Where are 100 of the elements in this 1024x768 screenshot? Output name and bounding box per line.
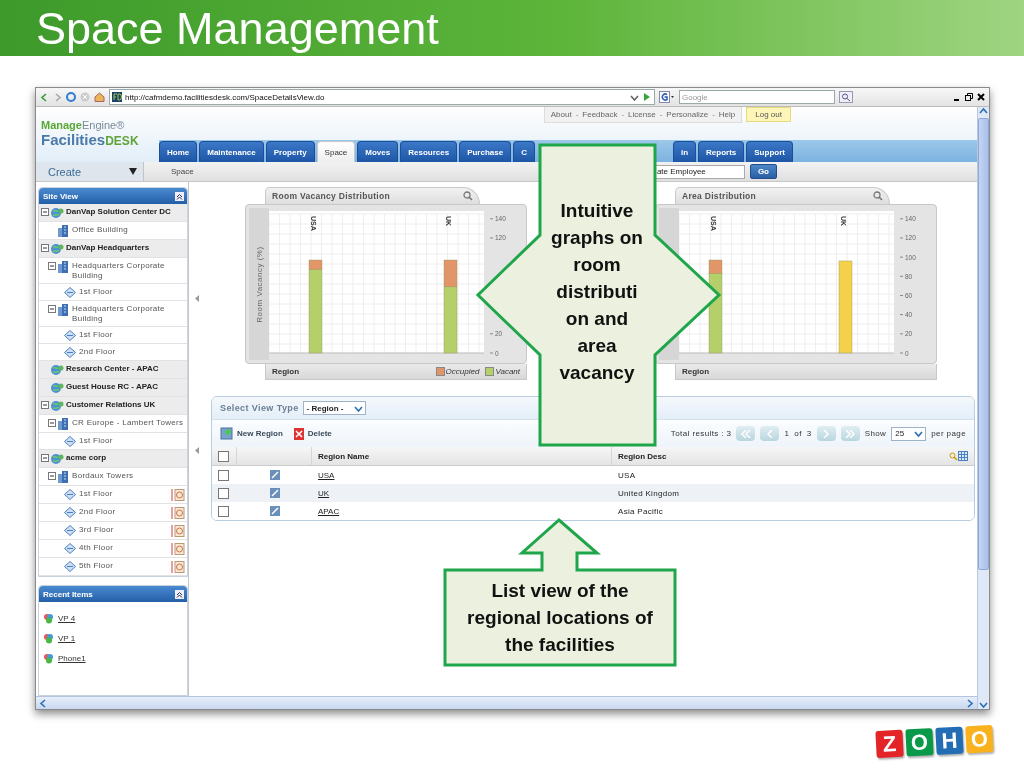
zoom-icon[interactable]: [463, 191, 473, 201]
edit-icon[interactable]: [269, 506, 280, 516]
top-link[interactable]: Feedback: [582, 110, 618, 119]
gauge-icon[interactable]: [171, 507, 185, 519]
gauge-icon[interactable]: [171, 489, 185, 501]
edit-icon[interactable]: [269, 488, 280, 498]
tree-item[interactable]: 5th Floor: [79, 561, 171, 571]
columns-icon[interactable]: [958, 451, 968, 461]
tree-item[interactable]: 4th Floor: [79, 543, 171, 553]
row-checkbox[interactable]: [218, 487, 229, 499]
row-checkbox[interactable]: [218, 469, 229, 481]
tree-item[interactable]: Headquarters Corporate Building: [72, 304, 185, 324]
home-icon[interactable]: [94, 92, 105, 102]
delete-button[interactable]: Delete: [292, 426, 342, 441]
collapse-sidebar-icon[interactable]: [194, 294, 200, 302]
page-count: 3: [806, 429, 812, 438]
collapse-icon[interactable]: [48, 262, 56, 270]
top-link[interactable]: Personalize: [666, 110, 709, 119]
gauge-icon[interactable]: [171, 561, 185, 573]
back-icon[interactable]: [40, 92, 49, 102]
scroll-up-icon[interactable]: [979, 107, 988, 116]
zoom-icon[interactable]: [873, 191, 883, 201]
recent-item-link[interactable]: VP 1: [58, 633, 76, 643]
collapse-sidebar-icon[interactable]: [194, 446, 200, 454]
nav-tab[interactable]: in: [672, 141, 697, 162]
link-separator: -: [659, 110, 663, 119]
view-type-select[interactable]: - Region -: [302, 401, 366, 415]
tree-item[interactable]: 1st Floor: [79, 330, 185, 340]
go-button[interactable]: Go: [749, 164, 777, 179]
link-separator: -: [712, 110, 715, 119]
collapse-icon[interactable]: [41, 244, 49, 252]
select-all-checkbox[interactable]: [218, 450, 229, 462]
nav-tab[interactable]: Purchase: [459, 141, 512, 162]
search-field[interactable]: Google: [679, 90, 835, 104]
tree-item[interactable]: 1st Floor: [79, 436, 185, 446]
floor-icon: [64, 543, 76, 554]
new-button[interactable]: New Region: [220, 427, 293, 440]
per-page-select[interactable]: 25: [891, 426, 927, 441]
nav-tab[interactable]: Resources: [400, 141, 458, 162]
scroll-left-icon[interactable]: [39, 698, 48, 708]
top-link[interactable]: License: [628, 110, 656, 119]
globe-icon: [50, 243, 64, 255]
top-link[interactable]: About: [550, 110, 572, 119]
scroll-down-icon[interactable]: [979, 700, 988, 709]
top-link[interactable]: Help: [718, 110, 736, 119]
recent-item-link[interactable]: VP 4: [58, 613, 76, 623]
scroll-right-icon[interactable]: [965, 698, 974, 708]
tree-item[interactable]: 1st Floor: [79, 489, 171, 499]
tree-item[interactable]: Office Building: [72, 225, 185, 235]
region-link[interactable]: APAC: [318, 506, 340, 516]
tree-item[interactable]: 1st Floor: [79, 287, 185, 297]
collapse-icon[interactable]: [48, 419, 56, 427]
callout-text: List view of the regional locations of the facilities: [466, 579, 654, 657]
region-link[interactable]: USA: [318, 470, 335, 480]
tree-item[interactable]: Headquarters Corporate Building: [72, 261, 185, 281]
globe-icon: [50, 364, 64, 376]
nav-tab[interactable]: Reports: [698, 141, 745, 162]
refresh-icon[interactable]: [66, 92, 76, 102]
collapse-panel-icon[interactable]: [175, 589, 184, 599]
go-icon[interactable]: [642, 92, 652, 102]
tree-item[interactable]: Bordaux Towers: [72, 471, 185, 481]
search-engine-icon[interactable]: [659, 91, 675, 103]
collapse-icon[interactable]: [41, 208, 49, 216]
region-link[interactable]: UK: [318, 488, 330, 498]
dropdown-icon[interactable]: [914, 429, 924, 438]
building-icon: [57, 261, 69, 273]
address-field[interactable]: http://cafmdemo.facilitiesdesk.com/SpaceDetailsView.do: [109, 89, 655, 105]
collapse-icon[interactable]: [41, 401, 49, 409]
column-header[interactable]: Region Desc: [618, 451, 949, 461]
search-icon[interactable]: [839, 91, 853, 103]
edit-icon[interactable]: [269, 470, 280, 480]
tree-item[interactable]: 2nd Floor: [79, 507, 171, 517]
column-header[interactable]: Region Name: [318, 451, 605, 461]
tree-item[interactable]: CR Europe - Lambert Towers: [72, 418, 185, 428]
floor-icon: [64, 347, 76, 358]
collapse-icon[interactable]: [48, 472, 56, 480]
nav-tab[interactable]: Support: [746, 141, 793, 162]
search-icon[interactable]: [949, 451, 958, 461]
gauge-icon[interactable]: [171, 543, 185, 555]
nav-tab[interactable]: Space: [316, 141, 356, 162]
scrollbar-thumb[interactable]: [978, 118, 989, 570]
tree-item[interactable]: 3rd Floor: [79, 525, 171, 535]
collapse-icon[interactable]: [41, 454, 49, 462]
restore-icon[interactable]: [965, 93, 973, 101]
create-menu[interactable]: Create: [36, 162, 144, 181]
nav-tab[interactable]: Home: [159, 141, 198, 162]
collapse-panel-icon[interactable]: [175, 191, 184, 201]
nav-tab[interactable]: Property: [265, 141, 315, 162]
recent-item-link[interactable]: Phone1: [58, 653, 86, 663]
chart-title: Room Vacancy Distribution: [272, 191, 391, 201]
gauge-icon[interactable]: [171, 525, 185, 537]
tree-item[interactable]: 2nd Floor: [79, 347, 185, 357]
close-icon[interactable]: [977, 93, 985, 101]
row-checkbox[interactable]: [218, 505, 229, 517]
breadcrumb: Space: [171, 167, 195, 176]
nav-tab[interactable]: Maintenance: [199, 141, 264, 162]
logout-button[interactable]: Log out: [746, 107, 791, 122]
nav-tab[interactable]: C: [513, 141, 535, 162]
nav-tab[interactable]: Moves: [357, 141, 399, 162]
collapse-icon[interactable]: [48, 305, 56, 313]
